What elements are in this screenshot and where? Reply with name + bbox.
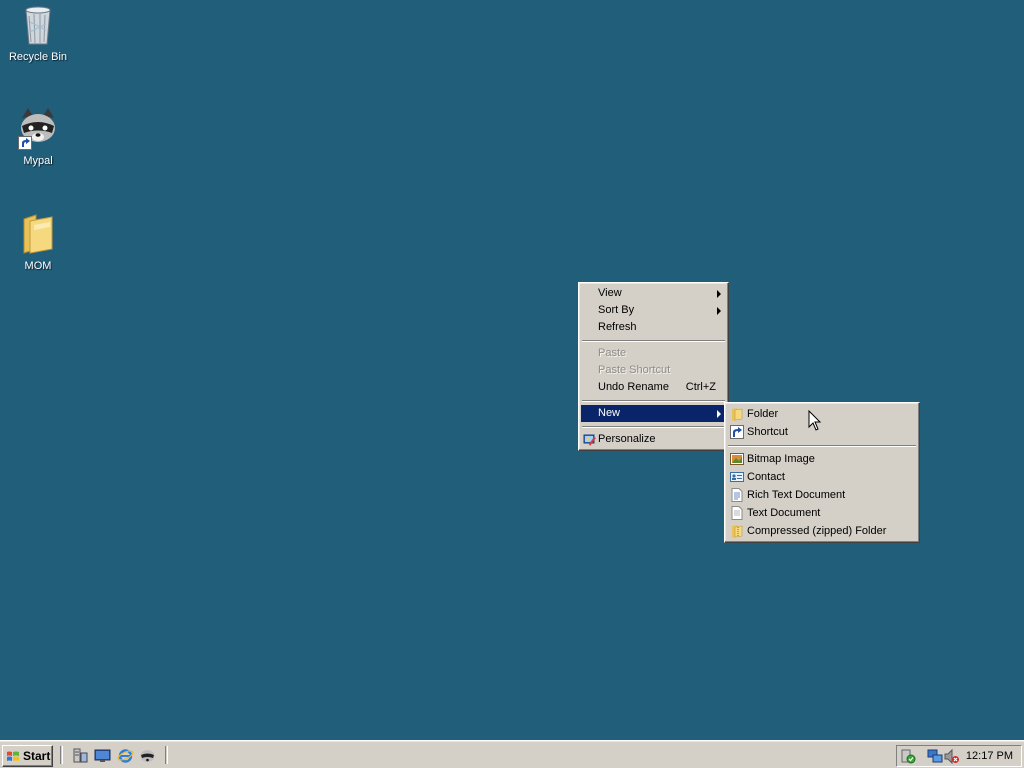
- menu-item-label: Folder: [747, 408, 779, 420]
- shortcut-icon: [730, 425, 744, 439]
- submenu-item-contact[interactable]: Contact: [727, 468, 917, 486]
- start-label: Start: [23, 749, 51, 763]
- server-manager-icon[interactable]: [72, 747, 89, 764]
- menu-item-label: View: [598, 287, 622, 299]
- internet-explorer-icon[interactable]: [117, 747, 134, 764]
- submenu-item-rich-text-document[interactable]: Rich Text Document: [727, 486, 917, 504]
- menu-item-label: New: [598, 407, 621, 419]
- submenu-item-folder[interactable]: Folder: [727, 405, 917, 423]
- submenu-arrow-icon: [717, 290, 721, 298]
- submenu-item-shortcut[interactable]: Shortcut: [727, 423, 917, 441]
- menu-item-label: Paste Shortcut: [598, 364, 671, 376]
- menu-item-label: Rich Text Document: [747, 489, 846, 501]
- mom-folder-desktop-icon[interactable]: MOM: [0, 211, 76, 272]
- folder-icon: [730, 407, 744, 421]
- menu-item-label: Compressed (zipped) Folder: [747, 525, 887, 537]
- submenu-arrow-icon: [717, 307, 721, 315]
- windows-logo-icon: [6, 750, 20, 762]
- menu-item-label: Contact: [747, 471, 785, 483]
- quick-launch-grip[interactable]: [60, 746, 63, 764]
- submenu-item-bitmap-image[interactable]: Bitmap Image: [727, 450, 917, 468]
- personalize-icon: [583, 433, 597, 447]
- mom-label: MOM: [24, 260, 52, 272]
- recycle-bin-desktop-icon[interactable]: Recycle Bin: [0, 2, 76, 63]
- menu-item-label: Sort By: [598, 304, 635, 316]
- menu-item-label: Paste: [598, 347, 627, 359]
- clock[interactable]: 12:17 PM: [966, 750, 1013, 762]
- system-tray: 12:17 PM: [896, 745, 1022, 767]
- menu-item-label: Refresh: [598, 321, 637, 333]
- menu-item-refresh[interactable]: Refresh: [581, 319, 726, 336]
- menu-item-sort-by[interactable]: Sort By: [581, 302, 726, 319]
- menu-item-personalize[interactable]: Personalize: [581, 431, 726, 448]
- bitmap-image-icon: [730, 452, 744, 466]
- rich-text-document-icon: [730, 488, 744, 502]
- menu-item-view[interactable]: View: [581, 285, 726, 302]
- menu-item-new[interactable]: New: [581, 405, 726, 422]
- security-icon[interactable]: [900, 748, 917, 765]
- menu-item-label: Bitmap Image: [747, 453, 815, 465]
- mypal-label: Mypal: [23, 155, 53, 167]
- mypal-desktop-icon[interactable]: Mypal: [0, 106, 76, 167]
- menu-separator: [727, 441, 917, 450]
- folder-icon: [16, 211, 60, 255]
- raccoon-app-icon[interactable]: [139, 747, 156, 764]
- menu-item-label: Text Document: [747, 507, 821, 519]
- start-button[interactable]: Start: [2, 745, 53, 767]
- desktop-context-menu: View Sort By Refresh Paste Paste Shortcu…: [578, 282, 729, 451]
- submenu-item-compressed-folder[interactable]: Compressed (zipped) Folder: [727, 522, 917, 540]
- menu-item-paste-shortcut: Paste Shortcut: [581, 362, 726, 379]
- menu-item-label: Personalize: [598, 433, 656, 445]
- recycle-bin-label: Recycle Bin: [8, 51, 68, 63]
- submenu-item-text-document[interactable]: Text Document: [727, 504, 917, 522]
- network-icon[interactable]: [927, 748, 944, 765]
- menu-separator: [581, 396, 726, 405]
- zipped-folder-icon: [730, 524, 744, 538]
- menu-item-paste: Paste: [581, 345, 726, 362]
- new-submenu: Folder Shortcut Bitmap Image Contact Ric…: [724, 402, 920, 543]
- mouse-pointer-icon: [808, 409, 822, 432]
- taskbar: Start 12:17 PM: [0, 740, 1024, 768]
- show-desktop-icon[interactable]: [94, 747, 111, 764]
- text-document-icon: [730, 506, 744, 520]
- raccoon-app-icon: [16, 106, 60, 150]
- volume-muted-icon[interactable]: [943, 748, 960, 765]
- menu-item-accelerator: Ctrl+Z: [685, 381, 716, 393]
- contact-icon: [730, 470, 744, 484]
- submenu-arrow-icon: [717, 410, 721, 418]
- menu-separator: [581, 336, 726, 345]
- menu-item-undo-rename[interactable]: Undo Rename Ctrl+Z: [581, 379, 726, 396]
- taskbar-grip[interactable]: [165, 746, 168, 764]
- recycle-bin-icon: [16, 2, 60, 46]
- shortcut-arrow-icon: [18, 136, 32, 150]
- menu-item-label: Shortcut: [747, 426, 788, 438]
- menu-item-label: Undo Rename: [598, 381, 669, 393]
- menu-separator: [581, 422, 726, 431]
